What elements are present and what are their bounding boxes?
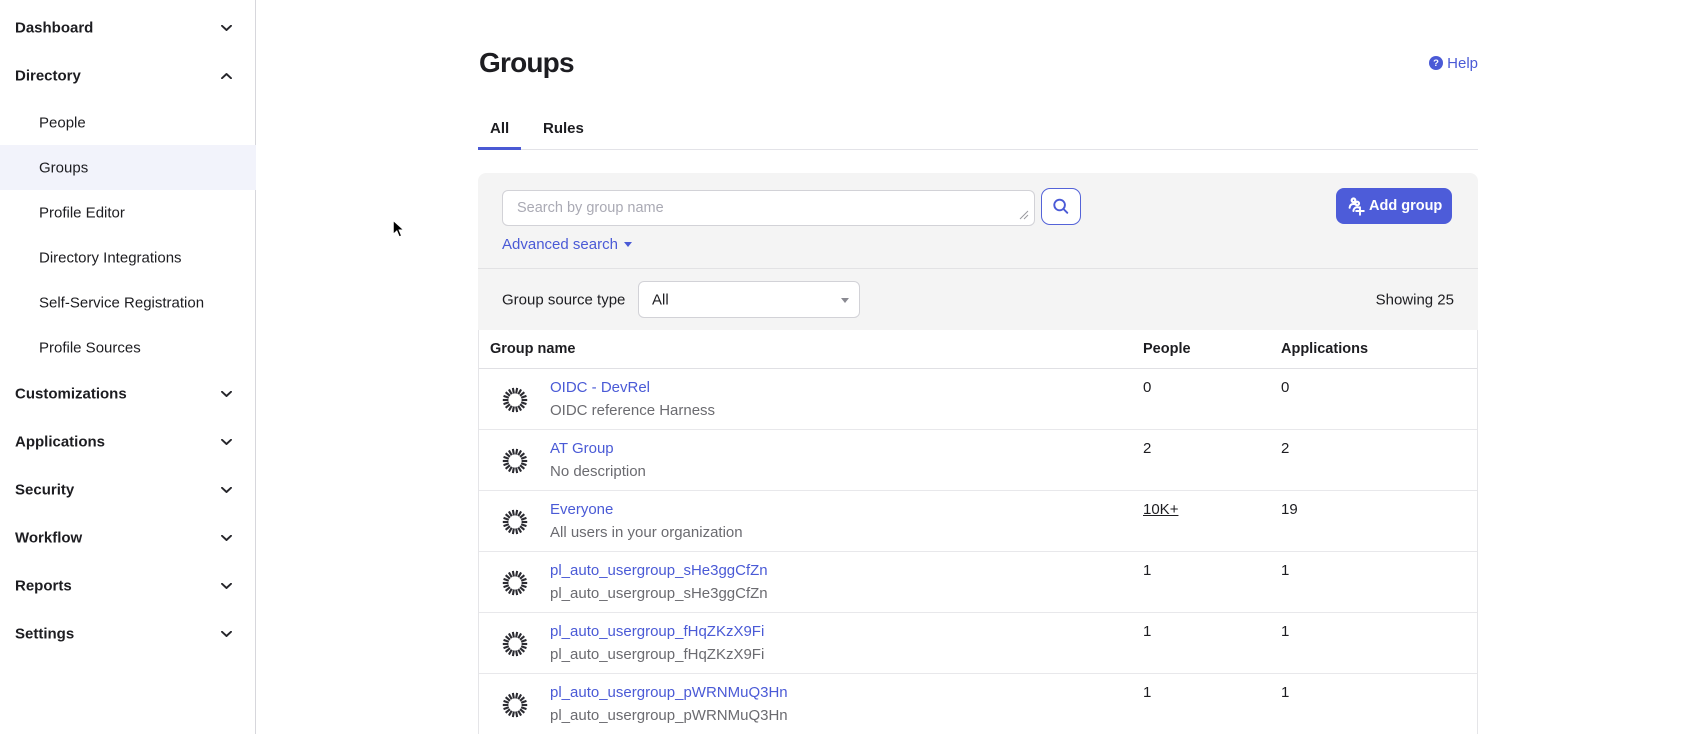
svg-text:?: ? xyxy=(1433,58,1439,69)
